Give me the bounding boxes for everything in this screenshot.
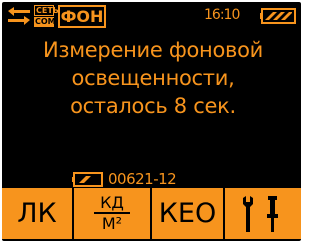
wrench-screwdriver-icon	[243, 195, 278, 232]
status-message: Измерение фоновой освещенности, осталось…	[6, 36, 300, 120]
battery-icon	[260, 8, 296, 24]
softkey-settings[interactable]	[225, 188, 301, 239]
power-source-badge: СЕТЬ COM	[34, 5, 59, 27]
double-arrows-icon	[8, 7, 30, 25]
softkey-lk[interactable]: ЛК	[2, 188, 74, 239]
device-serial-row: 00621-12	[72, 170, 177, 188]
softkey-lk-label: ЛК	[17, 198, 57, 229]
softkey-cd-m2-fraction: КД М²	[94, 195, 130, 232]
softkey-keo[interactable]: КЕО	[152, 188, 225, 239]
device-screen: СЕТЬ COM ФОН 16:10 Измерение фоновой осв…	[0, 0, 303, 243]
softkey-keo-label: КЕО	[158, 198, 217, 229]
device-serial: 00621-12	[108, 170, 177, 188]
softkey-m2-label: М²	[101, 214, 123, 233]
message-line-2: освещенности,	[71, 66, 235, 90]
mode-tab-fon[interactable]: ФОН	[58, 5, 106, 28]
clock-time: 16:10	[204, 7, 240, 23]
power-source-bottom: COM	[34, 17, 56, 27]
power-source-top: СЕТЬ	[34, 5, 59, 16]
sensor-battery-icon	[72, 171, 103, 187]
message-line-3: осталось 8 сек.	[70, 94, 236, 118]
softkey-bar: ЛК КД М² КЕО	[2, 188, 301, 239]
softkey-cd-label: КД	[94, 195, 130, 214]
message-line-1: Измерение фоновой	[42, 38, 263, 62]
softkey-cd-m2[interactable]: КД М²	[74, 188, 152, 239]
